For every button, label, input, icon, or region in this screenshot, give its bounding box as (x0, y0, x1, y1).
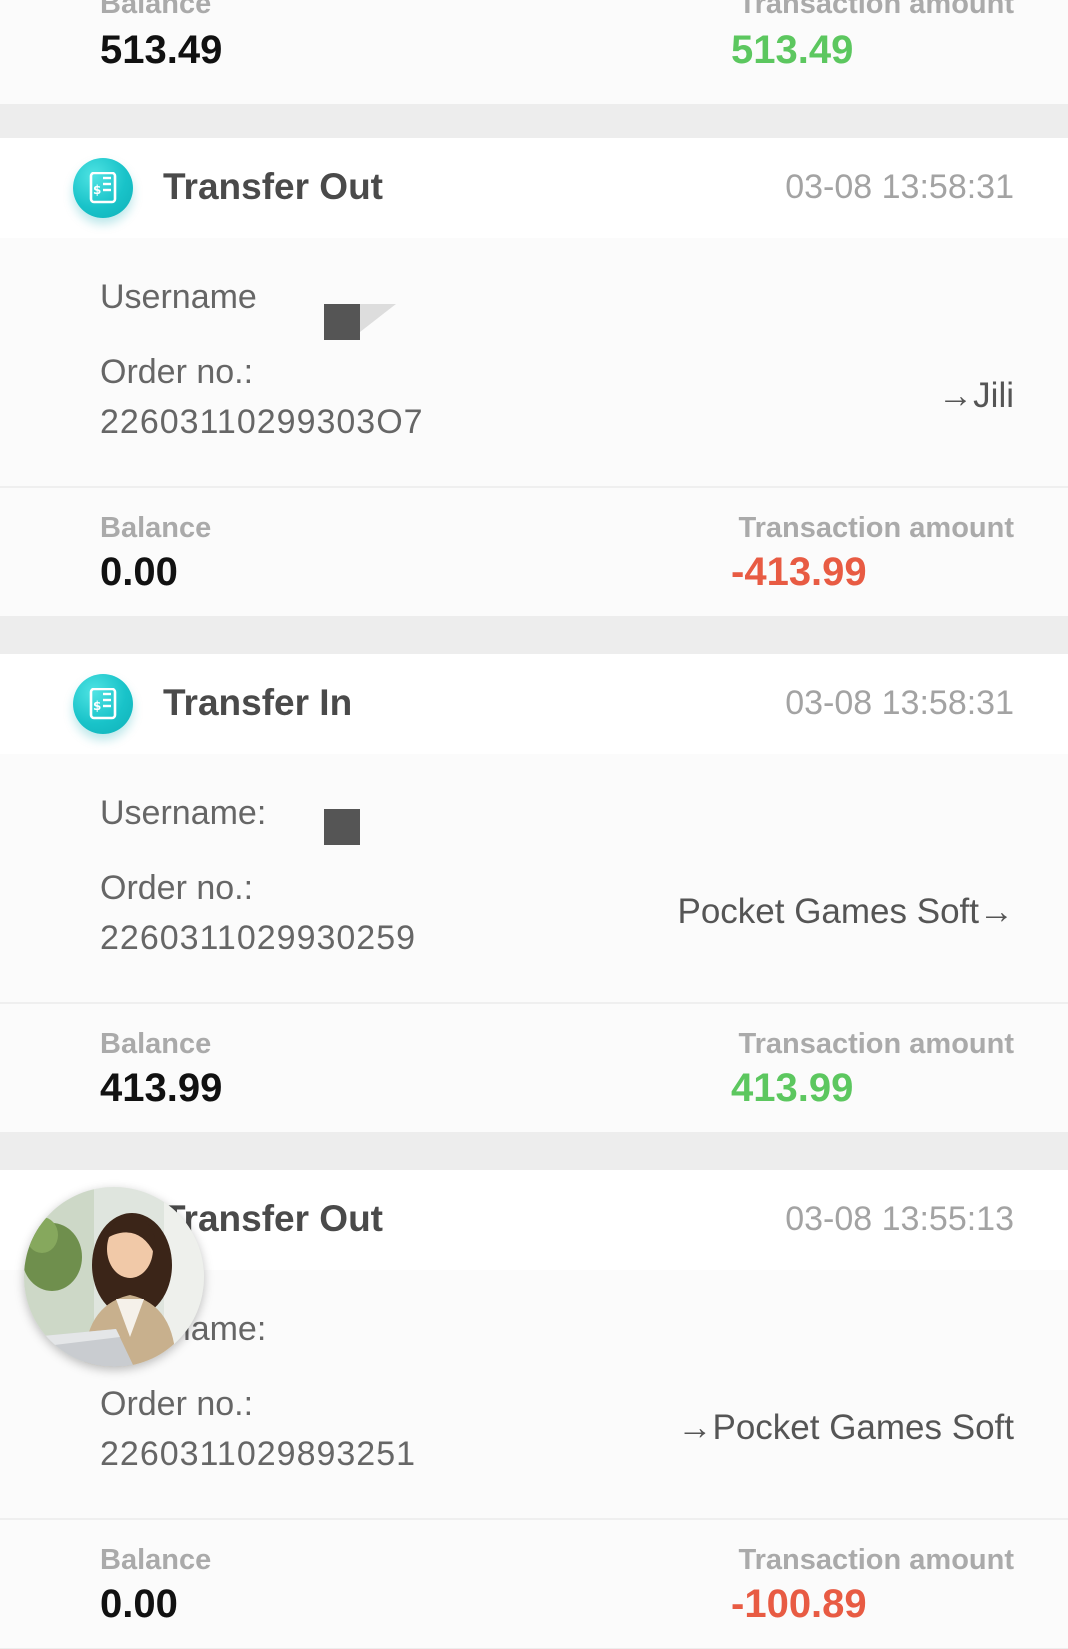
balance-value: 0.00 (100, 550, 178, 594)
username-label: Username (100, 278, 257, 316)
redaction-mark (360, 304, 396, 332)
order-no-label: Order no.: (100, 869, 254, 907)
transaction-time: 03-08 13:58:31 (785, 684, 1014, 722)
transaction-amount-value: 513.49 (731, 28, 854, 72)
svg-text:$: $ (93, 183, 101, 197)
transaction-time: 03-08 13:55:13 (785, 1200, 1014, 1238)
transaction-amount-label: Transaction amount (738, 1028, 1014, 1060)
balance-label: Balance (100, 1028, 212, 1060)
transaction-card-footer: Balance Transaction amount 0.00 -413.99 (0, 486, 1068, 616)
transaction-title: Transfer In (163, 682, 353, 723)
transaction-history-screen: Balance Transaction amount 513.49 513.49… (0, 0, 1068, 1649)
balance-value: 413.99 (100, 1066, 223, 1110)
transaction-card-footer: Balance Transaction amount 0.00 -100.89 (0, 1518, 1068, 1648)
transaction-card-header[interactable]: $ Transfer Out 03-08 13:58:31 (0, 138, 1068, 238)
balance-label: Balance (100, 0, 212, 20)
transaction-card-footer: Balance Transaction amount 413.99 413.99 (0, 1002, 1068, 1132)
transaction-title: Transfer Out (163, 166, 383, 207)
transfer-direction: →Pocket Games Soft (677, 1408, 1014, 1447)
transaction-amount-label: Transaction amount (738, 1544, 1014, 1576)
redacted-username (324, 304, 360, 340)
order-no-value: 2260311029893251 (100, 1435, 417, 1473)
transaction-amount-label: Transaction amount (738, 512, 1014, 544)
order-no-value: 22603110299303O7 (100, 403, 424, 441)
transaction-amount-value: -100.89 (731, 1582, 867, 1626)
transfer-direction: Pocket Games Soft→ (677, 892, 1014, 931)
transaction-card-body: Username Order no.: 22603110299303O7 →Ji… (0, 238, 1068, 486)
balance-value: 513.49 (100, 28, 223, 72)
transaction-card-header[interactable]: $ Transfer In 03-08 13:58:31 (0, 654, 1068, 754)
order-no-value: 2260311029930259 (100, 919, 417, 957)
transaction-amount-label: Transaction amount (738, 0, 1014, 20)
receipt-dollar-icon: $ (73, 674, 133, 734)
transaction-amount-value: -413.99 (731, 550, 867, 594)
balance-label: Balance (100, 1544, 212, 1576)
transaction-amount-value: 413.99 (731, 1066, 854, 1110)
balance-label: Balance (100, 512, 212, 544)
order-no-label: Order no.: (100, 1385, 254, 1423)
transaction-card-body: Username: Order no.: 2260311029930259 Po… (0, 754, 1068, 1002)
svg-text:$: $ (93, 699, 101, 713)
support-agent-avatar[interactable] (24, 1187, 204, 1367)
username-label: Username: (100, 794, 267, 832)
transaction-time: 03-08 13:58:31 (785, 168, 1014, 206)
order-no-label: Order no.: (100, 353, 254, 391)
receipt-dollar-icon: $ (73, 158, 133, 218)
transfer-direction: →Jili (938, 376, 1014, 415)
balance-value: 0.00 (100, 1582, 178, 1626)
redacted-username (324, 809, 360, 845)
top-partial-card-footer: Balance Transaction amount 513.49 513.49 (0, 0, 1068, 104)
transaction-title: Transfer Out (163, 1198, 383, 1239)
